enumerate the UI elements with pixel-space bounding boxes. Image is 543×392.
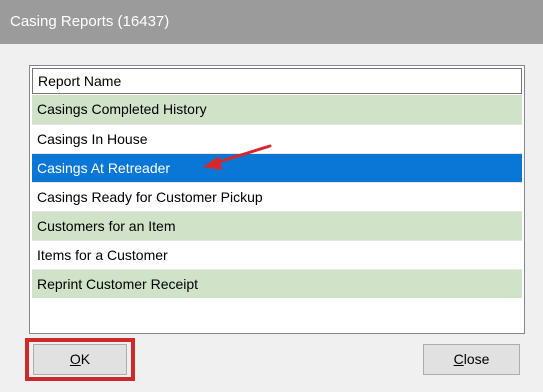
close-label-rest: lose (463, 351, 490, 367)
close-button[interactable]: Close (423, 344, 520, 375)
list-item-casings-completed-history[interactable]: Casings Completed History (32, 95, 522, 124)
list-item-casings-in-house[interactable]: Casings In House (32, 124, 522, 153)
list-item-reprint-customer-receipt[interactable]: Reprint Customer Receipt (32, 269, 522, 298)
window-title: Casing Reports (16437) (0, 0, 543, 44)
column-header-report-name[interactable]: Report Name (32, 68, 522, 94)
list-item-items-for-a-customer[interactable]: Items for a Customer (32, 240, 522, 269)
ok-button[interactable]: OK (33, 344, 127, 375)
ok-mnemonic: O (69, 351, 81, 367)
list-item-casings-ready-for-pickup[interactable]: Casings Ready for Customer Pickup (32, 182, 522, 211)
close-mnemonic: C (453, 351, 464, 367)
list-item-customers-for-an-item[interactable]: Customers for an Item (32, 211, 522, 240)
ok-label-rest: K (80, 351, 91, 367)
dialog-body: Report Name Casings Completed History Ca… (0, 44, 543, 392)
report-rows: Casings Completed History Casings In Hou… (32, 95, 522, 298)
list-item-casings-at-retreader[interactable]: Casings At Retreader (32, 153, 522, 182)
report-list[interactable]: Report Name Casings Completed History Ca… (29, 65, 525, 334)
